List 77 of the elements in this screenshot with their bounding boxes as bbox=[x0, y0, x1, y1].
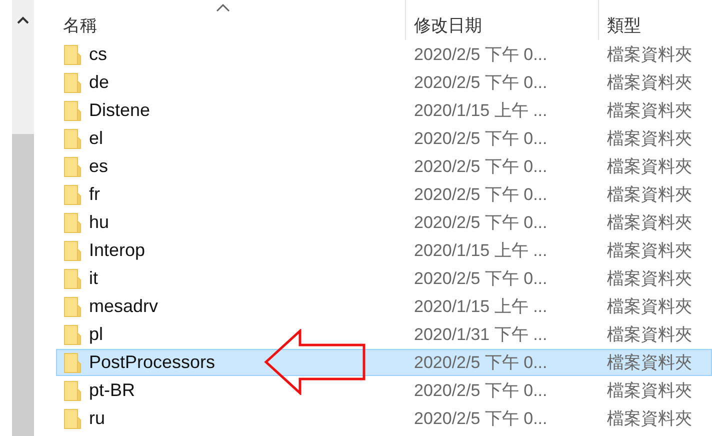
folder-icon bbox=[64, 408, 81, 428]
file-row[interactable]: Interop 2020/1/15 上午 ... 檔案資料夾 bbox=[56, 237, 712, 264]
folder-icon bbox=[64, 324, 81, 344]
modified-date: 2020/2/5 下午 0... bbox=[413, 268, 548, 290]
modified-date: 2020/1/15 上午 ... bbox=[413, 240, 548, 262]
file-name: cs bbox=[89, 44, 107, 65]
modified-date: 2020/1/15 上午 ... bbox=[413, 296, 548, 318]
file-row[interactable]: pt-BR 2020/2/5 下午 0... 檔案資料夾 bbox=[56, 377, 712, 404]
folder-icon bbox=[64, 156, 81, 176]
file-name: hu bbox=[89, 212, 110, 233]
modified-date: 2020/2/5 下午 0... bbox=[413, 380, 548, 402]
file-type: 檔案資料夾 bbox=[606, 100, 692, 122]
file-row[interactable]: cs 2020/2/5 下午 0... 檔案資料夾 bbox=[56, 41, 712, 68]
file-type: 檔案資料夾 bbox=[606, 408, 692, 430]
file-name: fr bbox=[89, 184, 100, 205]
file-type: 檔案資料夾 bbox=[606, 44, 692, 66]
folder-icon bbox=[64, 352, 81, 372]
file-name: PostProcessors bbox=[89, 352, 216, 373]
file-row[interactable]: el 2020/2/5 下午 0... 檔案資料夾 bbox=[56, 125, 712, 152]
modified-date: 2020/2/5 下午 0... bbox=[413, 72, 548, 94]
file-type: 檔案資料夾 bbox=[606, 296, 692, 318]
folder-icon bbox=[64, 184, 81, 204]
file-name: Distene bbox=[89, 100, 150, 121]
file-name: it bbox=[89, 268, 98, 289]
file-row[interactable]: PostProcessors 2020/2/5 下午 0... 檔案資料夾 bbox=[56, 349, 712, 376]
modified-date: 2020/2/5 下午 0... bbox=[413, 128, 548, 150]
modified-date: 2020/2/5 下午 0... bbox=[413, 408, 548, 430]
file-type: 檔案資料夾 bbox=[606, 268, 692, 290]
file-row[interactable]: mesadrv 2020/1/15 上午 ... 檔案資料夾 bbox=[56, 293, 712, 320]
modified-date: 2020/1/31 下午 ... bbox=[413, 324, 548, 346]
modified-date: 2020/2/5 下午 0... bbox=[413, 44, 548, 66]
file-row[interactable]: hu 2020/2/5 下午 0... 檔案資料夾 bbox=[56, 209, 712, 236]
file-type: 檔案資料夾 bbox=[606, 212, 692, 234]
file-type: 檔案資料夾 bbox=[606, 324, 692, 346]
file-name: es bbox=[89, 156, 108, 177]
file-type: 檔案資料夾 bbox=[606, 352, 692, 374]
file-type: 檔案資料夾 bbox=[606, 380, 692, 402]
file-name: Interop bbox=[89, 240, 146, 261]
file-row[interactable]: ru 2020/2/5 下午 0... 檔案資料夾 bbox=[56, 405, 712, 432]
file-type: 檔案資料夾 bbox=[606, 184, 692, 206]
file-type: 檔案資料夾 bbox=[606, 240, 692, 262]
file-name: el bbox=[89, 128, 104, 149]
modified-date: 2020/2/5 下午 0... bbox=[413, 184, 548, 206]
column-header[interactable]: 類型 bbox=[598, 0, 712, 40]
folder-icon bbox=[64, 128, 81, 148]
file-row[interactable]: es 2020/2/5 下午 0... 檔案資料夾 bbox=[56, 153, 712, 180]
column-header[interactable]: 名稱 bbox=[56, 0, 405, 40]
file-row[interactable]: pl 2020/1/31 下午 ... 檔案資料夾 bbox=[56, 321, 712, 348]
scrollbar-thumb[interactable] bbox=[12, 134, 34, 436]
file-row[interactable]: fr 2020/2/5 下午 0... 檔案資料夾 bbox=[56, 181, 712, 208]
scrollbar[interactable] bbox=[12, 0, 34, 436]
folder-icon bbox=[64, 212, 81, 232]
file-row[interactable]: Distene 2020/1/15 上午 ... 檔案資料夾 bbox=[56, 97, 712, 124]
file-row[interactable]: de 2020/2/5 下午 0... 檔案資料夾 bbox=[56, 69, 712, 96]
modified-date: 2020/2/5 下午 0... bbox=[413, 156, 548, 178]
folder-icon bbox=[64, 268, 81, 288]
folder-icon bbox=[64, 72, 81, 92]
folder-icon bbox=[64, 380, 81, 400]
folder-icon bbox=[64, 296, 81, 316]
file-type: 檔案資料夾 bbox=[606, 156, 692, 178]
file-name: ru bbox=[89, 408, 106, 429]
file-name: mesadrv bbox=[89, 296, 158, 317]
file-name: pt-BR bbox=[89, 380, 136, 401]
sort-icon bbox=[216, 4, 230, 12]
modified-date: 2020/1/15 上午 ... bbox=[413, 100, 548, 122]
file-name: pl bbox=[89, 324, 104, 345]
column-header[interactable]: 修改日期 bbox=[405, 0, 598, 40]
folder-icon bbox=[64, 100, 81, 120]
modified-date: 2020/2/5 下午 0... bbox=[413, 352, 548, 374]
scroll-up-icon[interactable] bbox=[17, 16, 29, 24]
file-type: 檔案資料夾 bbox=[606, 72, 692, 94]
modified-date: 2020/2/5 下午 0... bbox=[413, 212, 548, 234]
file-type: 檔案資料夾 bbox=[606, 128, 692, 150]
file-name: de bbox=[89, 72, 110, 93]
file-row[interactable]: it 2020/2/5 下午 0... 檔案資料夾 bbox=[56, 265, 712, 292]
folder-icon bbox=[64, 44, 81, 64]
folder-icon bbox=[64, 240, 81, 260]
